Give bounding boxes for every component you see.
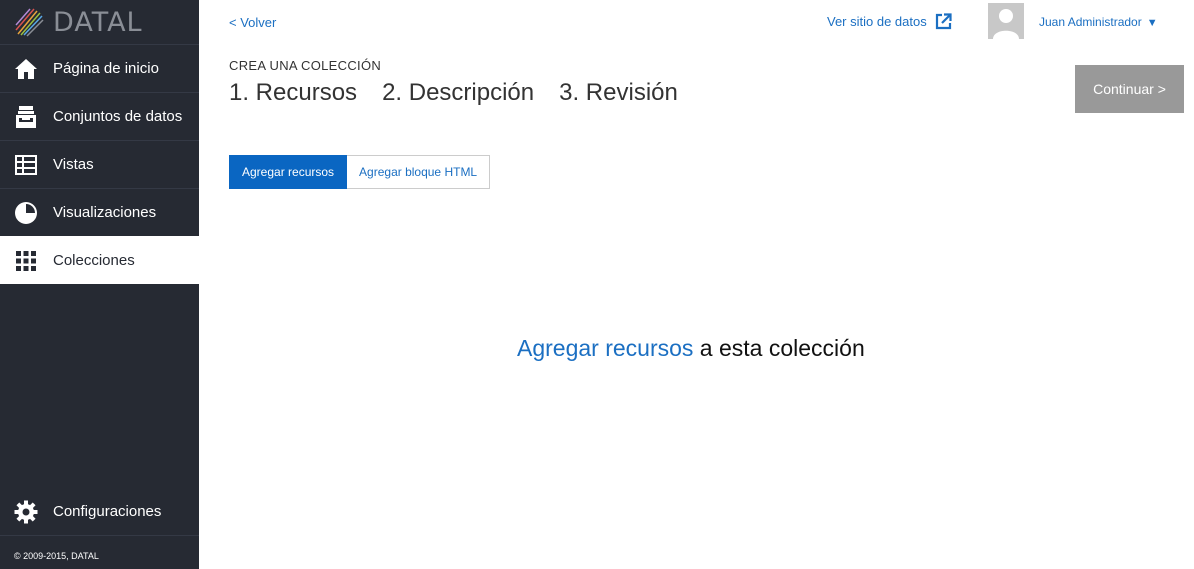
data-site-link[interactable]: Ver sitio de datos <box>827 13 952 30</box>
inbox-icon <box>14 105 38 129</box>
data-site-label: Ver sitio de datos <box>827 14 927 29</box>
wizard-subtitle: CREA UNA COLECCIÓN <box>229 58 382 73</box>
grid-icon <box>14 249 38 273</box>
continue-button[interactable]: Continuar > <box>1075 65 1184 113</box>
user-name: Juan Administrador <box>1039 15 1142 29</box>
wizard-steps: 1. Recursos 2. Descripción 3. Revisión <box>229 79 703 107</box>
table-icon <box>14 153 38 177</box>
datal-logo-icon <box>15 8 44 37</box>
tab-add-resources[interactable]: Agregar recursos <box>229 155 348 189</box>
sidebar-item-label: Página de inicio <box>53 60 159 77</box>
chevron-down-icon: ▼ <box>1146 17 1158 29</box>
sidebar-item-label: Colecciones <box>53 252 135 269</box>
brand[interactable]: DATAL <box>0 0 199 44</box>
sidebar-item-label: Configuraciones <box>53 503 162 520</box>
sidebar-item-views[interactable]: Vistas <box>0 140 199 188</box>
step-review: 3. Revisión <box>559 79 678 106</box>
avatar[interactable] <box>988 3 1024 39</box>
sidebar-item-settings[interactable]: Configuraciones <box>0 488 199 536</box>
empty-state-message: Agregar recursos a esta colección <box>517 335 865 362</box>
sidebar-item-label: Conjuntos de datos <box>53 108 183 125</box>
user-menu[interactable]: Juan Administrador ▼ <box>1039 15 1158 29</box>
tab-bar: Agregar recursos Agregar bloque HTML <box>229 155 491 189</box>
external-link-icon <box>935 13 952 30</box>
sidebar-item-label: Visualizaciones <box>53 204 157 221</box>
sidebar-item-collections[interactable]: Colecciones <box>0 236 199 284</box>
gear-icon <box>14 500 38 524</box>
sidebar-item-visualizations[interactable]: Visualizaciones <box>0 188 199 236</box>
copyright: © 2009-2015, DATAL <box>14 551 99 561</box>
sidebar-item-home[interactable]: Página de inicio <box>0 44 199 92</box>
sidebar: DATAL Página de inicio Conjuntos de dato… <box>0 0 199 569</box>
sidebar-item-datasets[interactable]: Conjuntos de datos <box>0 92 199 140</box>
sidebar-item-label: Vistas <box>53 156 94 173</box>
empty-state-text: a esta colección <box>693 335 865 361</box>
add-resources-link[interactable]: Agregar recursos <box>517 335 693 361</box>
pie-chart-icon <box>14 201 38 225</box>
tab-add-html-block[interactable]: Agregar bloque HTML <box>347 155 491 189</box>
step-description: 2. Descripción <box>382 79 535 106</box>
home-icon <box>14 57 38 81</box>
step-resources: 1. Recursos <box>229 79 358 106</box>
user-silhouette-icon <box>993 9 1019 39</box>
brand-name: DATAL <box>53 6 143 38</box>
back-link[interactable]: < Volver <box>229 15 276 30</box>
